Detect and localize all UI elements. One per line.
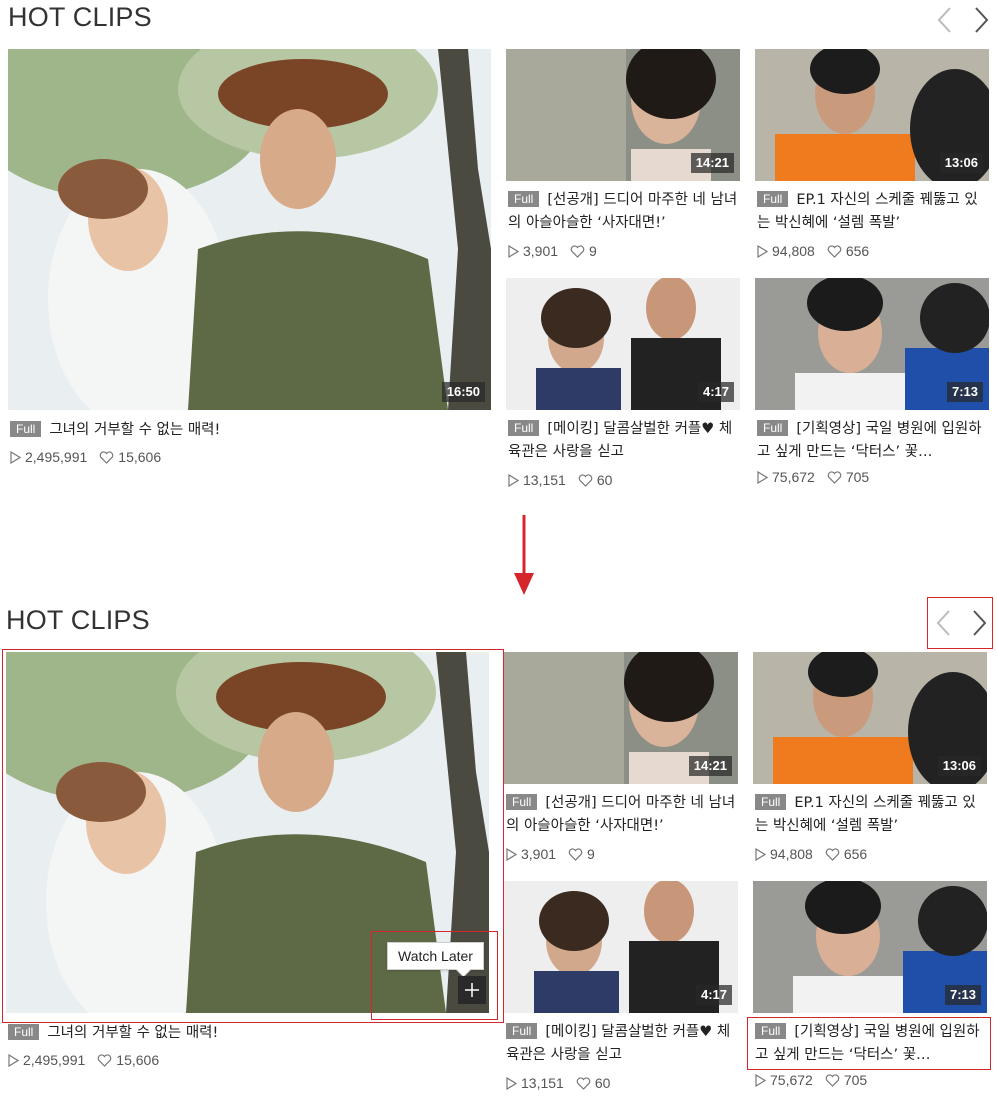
clip-thumbnail[interactable]: 13:06: [753, 652, 987, 784]
play-icon: [508, 473, 520, 490]
clip-stats: 2,495,991 15,606: [8, 1052, 159, 1070]
play-icon: [8, 1053, 20, 1070]
duration-badge: 14:21: [688, 756, 732, 776]
hot-clips-panel-after: HOT CLIPS Watch Later Full 그녀의 거부할 수 없는 매…: [0, 597, 997, 1103]
duration-badge: 14:21: [690, 153, 734, 173]
full-badge: Full: [506, 1023, 538, 1039]
clip-stats: 75,672 705: [757, 469, 869, 487]
full-badge: Full: [757, 191, 789, 207]
heart-icon: [97, 1054, 112, 1070]
play-icon: [755, 1073, 767, 1090]
heart-icon: [825, 848, 840, 864]
full-badge: Full: [10, 421, 42, 437]
duration-badge: 7:13: [944, 985, 981, 1005]
heart-icon: [568, 848, 583, 864]
clip-stats: 94,808 656: [755, 846, 867, 864]
clip-thumbnail[interactable]: 14:21: [504, 652, 738, 784]
clip-thumbnail[interactable]: 4:17: [506, 278, 740, 410]
full-badge: Full: [508, 191, 540, 207]
scene-image: [8, 49, 491, 410]
clip-stats: 2,495,991 15,606: [10, 449, 161, 467]
clip-title[interactable]: Full [메이킹] 달콤살벌한 커플♥ 체육관은 사랑을 싣고: [508, 418, 738, 464]
clip-title[interactable]: Full 그녀의 거부할 수 없는 매력!: [8, 1022, 478, 1045]
plus-icon: [465, 983, 479, 997]
full-badge: Full: [508, 420, 540, 436]
clip-title[interactable]: Full [선공개] 드디어 마주한 네 남녀의 아슬아슬한 ‘사자대면!’: [508, 189, 738, 235]
duration-badge: 7:13: [946, 382, 983, 402]
full-badge: Full: [755, 794, 787, 810]
heart-icon: [827, 471, 842, 487]
duration-badge: 4:17: [697, 382, 734, 402]
full-badge: Full: [8, 1024, 40, 1040]
play-icon: [757, 244, 769, 261]
duration-badge: 13:06: [939, 153, 983, 173]
clip-thumbnail[interactable]: 4:17: [504, 881, 738, 1013]
full-badge: Full: [506, 794, 538, 810]
duration-badge: 13:06: [937, 756, 981, 776]
heart-icon: [576, 1077, 591, 1093]
duration-badge: 4:17: [695, 985, 732, 1005]
prev-arrow-icon[interactable]: [931, 608, 957, 638]
heart-icon: [578, 474, 593, 490]
duration-badge: 16:50: [441, 382, 485, 402]
prev-arrow-icon[interactable]: [932, 5, 958, 35]
clip-title[interactable]: Full EP.1 자신의 스케줄 꿰뚫고 있는 박신혜에 ‘설렘 폭발’: [755, 792, 985, 838]
section-title: HOT CLIPS: [6, 605, 150, 635]
heart-icon: [99, 451, 114, 467]
clip-thumbnail[interactable]: 13:06: [755, 49, 989, 181]
clip-stats: 75,672 705: [755, 1072, 867, 1090]
heart-icon: [825, 1074, 840, 1090]
arrow-down-icon: [511, 515, 537, 601]
clip-stats: 3,901 9: [506, 846, 595, 864]
clip-stats: 13,151 60: [508, 472, 612, 490]
clip-thumbnail[interactable]: 7:13: [755, 278, 989, 410]
clip-thumbnail-featured[interactable]: 16:50: [8, 49, 491, 410]
clip-title-highlight: [747, 1017, 991, 1070]
clip-thumbnail[interactable]: 7:13: [753, 881, 987, 1013]
clip-stats: 94,808 656: [757, 243, 869, 261]
play-icon: [506, 847, 518, 864]
clip-stats: 3,901 9: [508, 243, 597, 261]
clip-thumbnail[interactable]: 14:21: [506, 49, 740, 181]
play-icon: [755, 847, 767, 864]
next-arrow-icon[interactable]: [968, 5, 994, 35]
clip-title[interactable]: Full EP.1 자신의 스케줄 꿰뚫고 있는 박신혜에 ‘설렘 폭발’: [757, 189, 987, 235]
play-icon: [508, 244, 520, 261]
hot-clips-panel-before: HOT CLIPS 16:50 Full 그녀의 거부할 수 없는 매력! 2,4…: [0, 0, 997, 500]
clip-title[interactable]: Full [메이킹] 달콤살벌한 커플♥ 체육관은 사랑을 싣고: [506, 1021, 736, 1067]
play-icon: [10, 450, 22, 467]
heart-icon: [570, 245, 585, 261]
full-badge: Full: [757, 420, 789, 436]
next-arrow-icon[interactable]: [966, 608, 992, 638]
watch-later-tooltip: Watch Later: [387, 942, 484, 970]
clip-stats: 13,151 60: [506, 1075, 610, 1093]
clip-title[interactable]: Full [기획영상] 국일 병원에 입원하고 싶게 만드는 ‘닥터스’ 꽃…: [757, 418, 987, 464]
watch-later-button[interactable]: [458, 976, 486, 1004]
play-icon: [506, 1076, 518, 1093]
clip-title[interactable]: Full [선공개] 드디어 마주한 네 남녀의 아슬아슬한 ‘사자대면!’: [506, 792, 736, 838]
section-title: HOT CLIPS: [8, 2, 152, 32]
heart-icon: [827, 245, 842, 261]
clip-title[interactable]: Full 그녀의 거부할 수 없는 매력!: [10, 419, 480, 442]
play-icon: [757, 470, 769, 487]
